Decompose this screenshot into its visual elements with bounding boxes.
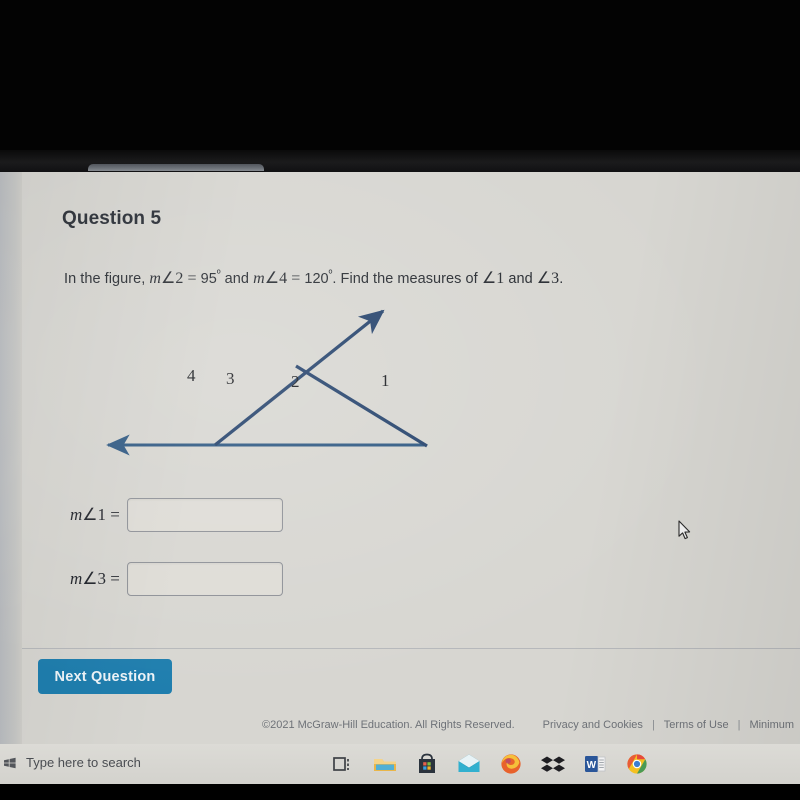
page-footer: ©2021 McGraw-Hill Education. All Rights … [22, 706, 800, 744]
browser-viewport: Question 5 In the figure, m∠2 = 95º and … [0, 172, 800, 744]
prompt-angle-3: ∠3 [536, 270, 560, 287]
answer-label-angle-3: m∠3 = [70, 569, 120, 589]
content-divider [22, 648, 800, 649]
footer-link-minimum[interactable]: Minimum [749, 719, 794, 731]
answer-label-eq-3: = [106, 569, 120, 588]
footer-link-privacy[interactable]: Privacy and Cookies [543, 719, 643, 731]
footer-separator-2: | [737, 719, 741, 731]
page-content: Question 5 In the figure, m∠2 = 95º and … [22, 172, 800, 744]
screen-photo: Question 5 In the figure, m∠2 = 95º and … [0, 0, 800, 800]
prompt-angle-4: ∠4 [264, 270, 288, 287]
next-question-button[interactable]: Next Question [38, 659, 172, 694]
answer-row-angle-3: m∠3 = [70, 562, 283, 596]
figure-label-3: 3 [226, 369, 235, 388]
figure-label-1: 1 [381, 371, 390, 390]
answer-label-m-1: m [70, 505, 83, 524]
browser-tab-stub[interactable] [88, 164, 264, 171]
taskbar-search-input[interactable]: Type here to search [26, 755, 141, 770]
file-explorer-icon[interactable] [372, 751, 398, 777]
prompt-and-1: and [220, 271, 254, 287]
firefox-icon[interactable] [498, 751, 524, 777]
monitor-bezel-bottom [0, 784, 800, 800]
prompt-m-2: m [253, 270, 265, 287]
answer-label-m-3: m [70, 569, 83, 588]
prompt-lead: In the figure, [64, 271, 150, 287]
windows-taskbar: Type here to search W [0, 744, 800, 784]
geometry-figure: 4 3 2 1 [62, 290, 442, 480]
answer-label-sym-1: ∠1 [82, 505, 107, 524]
dropbox-icon[interactable] [540, 751, 566, 777]
mail-icon[interactable] [456, 751, 482, 777]
prompt-and-2: and [504, 271, 537, 287]
prompt-m-1: m [149, 270, 161, 287]
answer-label-eq-1: = [106, 505, 120, 524]
figure-label-2: 2 [291, 372, 300, 391]
footer-copyright: ©2021 McGraw-Hill Education. All Rights … [262, 719, 515, 731]
page-title: Question 5 [62, 208, 162, 229]
answer-label-sym-3: ∠3 [82, 569, 107, 588]
word-icon[interactable]: W [582, 751, 608, 777]
taskbar-icon-group: W [330, 744, 650, 784]
answer-row-angle-1: m∠1 = [70, 498, 283, 532]
prompt-value-95: 95 [200, 271, 217, 287]
prompt-equals-1: = [183, 270, 201, 287]
start-button-icon[interactable] [2, 755, 18, 771]
prompt-period: . [559, 271, 564, 287]
svg-text:W: W [587, 760, 597, 771]
apex-to-right-segment [295, 364, 428, 448]
task-view-icon[interactable] [330, 751, 356, 777]
prompt-tail: . Find the measures of [332, 271, 482, 287]
figure-label-4: 4 [187, 366, 196, 385]
microsoft-store-icon[interactable] [414, 751, 440, 777]
prompt-value-120: 120 [304, 271, 329, 287]
answer-input-angle-1[interactable] [126, 498, 283, 532]
monitor-bezel-top [0, 0, 800, 172]
footer-separator-1: | [651, 719, 655, 731]
footer-link-terms[interactable]: Terms of Use [664, 719, 729, 731]
prompt-equals-2: = [287, 270, 305, 287]
answer-label-angle-1: m∠1 = [70, 505, 120, 525]
windows-logo-icon [4, 757, 16, 769]
page-left-gutter [0, 172, 22, 744]
prompt-angle-2: ∠2 [161, 270, 184, 287]
question-prompt: In the figure, m∠2 = 95º and m∠4 = 120º.… [64, 268, 563, 288]
prompt-angle-1: ∠1 [481, 270, 505, 287]
chrome-icon[interactable] [624, 751, 650, 777]
answer-input-angle-3[interactable] [126, 562, 283, 596]
